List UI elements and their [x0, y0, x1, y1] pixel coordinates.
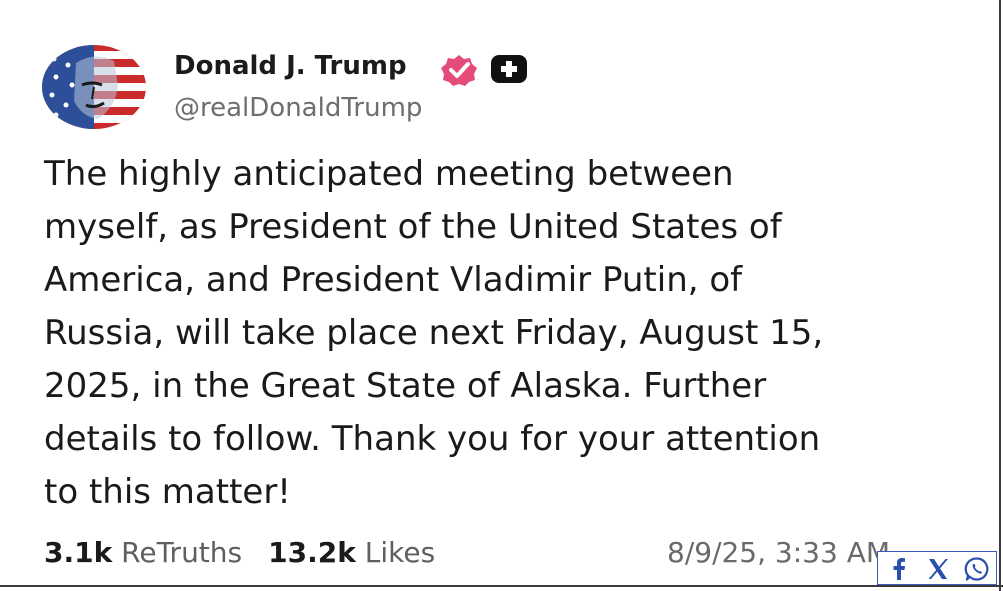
author-name[interactable]: Donald J. Trump	[174, 51, 407, 81]
post-text-line: myself, as President of the United State…	[44, 207, 782, 247]
frame-border-bottom	[0, 585, 1003, 587]
facebook-icon[interactable]	[886, 556, 912, 582]
post-text-line: 2025, in the Great State of Alaska. Furt…	[44, 366, 767, 406]
retruths-stat[interactable]: 3.1k ReTruths	[44, 536, 242, 569]
post-text-line: to this matter!	[44, 472, 291, 512]
x-icon[interactable]	[925, 556, 951, 582]
likes-label: Likes	[364, 536, 436, 569]
likes-count: 13.2k	[268, 536, 356, 569]
likes-stat[interactable]: 13.2k Likes	[268, 536, 435, 569]
verified-badge-icon	[441, 55, 477, 86]
avatar-image	[42, 45, 146, 129]
retruths-count: 3.1k	[44, 536, 113, 569]
share-bar	[877, 551, 997, 585]
retruths-label: ReTruths	[121, 536, 243, 569]
post-stats: 3.1k ReTruths 13.2k Likes	[44, 536, 435, 569]
author-handle[interactable]: @realDonaldTrump	[174, 93, 422, 123]
post-text-line: America, and President Vladimir Putin, o…	[44, 260, 743, 300]
post-text-line: Russia, will take place next Friday, Aug…	[44, 313, 824, 353]
post-timestamp[interactable]: 8/9/25, 3:33 AM	[667, 536, 890, 569]
avatar[interactable]	[42, 45, 146, 129]
post-text-line: details to follow. Thank you for your at…	[44, 419, 821, 459]
whatsapp-icon[interactable]	[964, 556, 990, 582]
post-text-line: The highly anticipated meeting between	[44, 154, 734, 194]
post-text: The highly anticipated meeting between m…	[44, 148, 974, 519]
frame-border-right	[999, 0, 1001, 591]
plus-badge-icon	[491, 55, 527, 83]
